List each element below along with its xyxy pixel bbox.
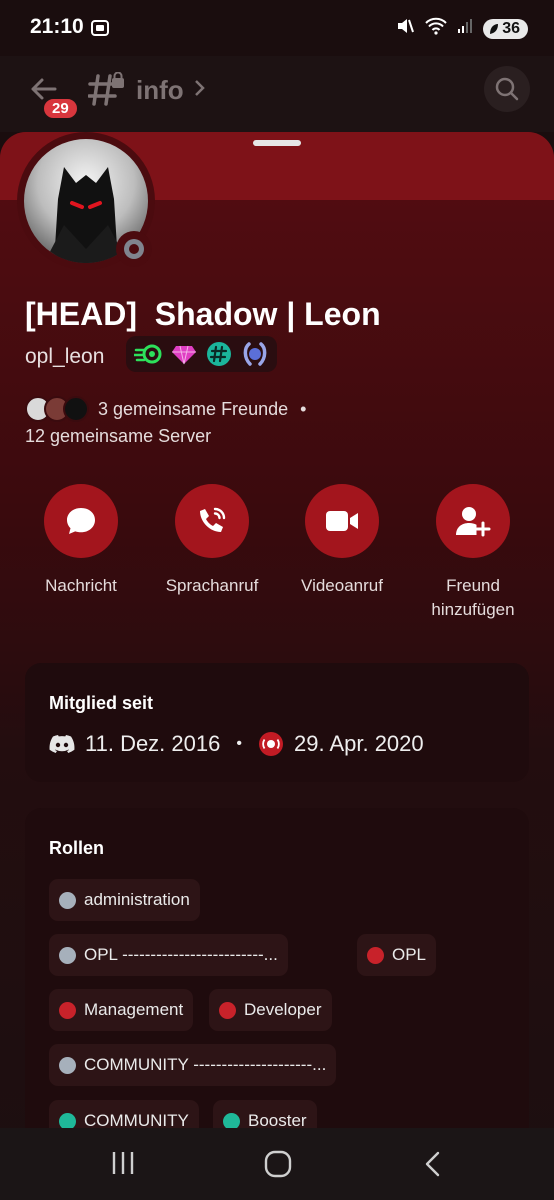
status-bar: 21:10 36 xyxy=(0,0,554,56)
role-color-dot xyxy=(59,1001,76,1019)
server-join-date: 29. Apr. 2020 xyxy=(293,731,424,756)
member-since-row: 11. Dez. 2016 • 29. Apr. 2020 xyxy=(49,731,424,757)
mute-icon xyxy=(395,16,415,41)
back-icon xyxy=(425,1151,440,1177)
member-since-title: Mitglied seit xyxy=(49,693,154,713)
chat-bubble-icon xyxy=(44,484,118,558)
mutual-friends-label: 3 gemeinsame Freunde xyxy=(98,398,289,419)
search-icon xyxy=(495,77,519,101)
video-camera-icon xyxy=(305,484,379,558)
role-chip[interactable]: administration xyxy=(49,879,200,921)
voice-call-label: Sprachanruf xyxy=(165,576,259,595)
add-friend-button[interactable]: Freund hinzufügen xyxy=(403,484,543,622)
role-chip[interactable]: COMMUNITY ---------------------... xyxy=(49,1044,337,1086)
video-call-label: Videoanruf xyxy=(301,576,383,595)
laurel-badge-icon[interactable] xyxy=(241,340,269,368)
role-name: COMMUNITY ---------------------... xyxy=(84,1055,327,1074)
diamond-badge-icon[interactable] xyxy=(171,343,197,365)
role-color-dot xyxy=(219,1001,236,1019)
role-color-dot xyxy=(223,1112,240,1130)
add-friend-label: Freund hinzufügen xyxy=(431,576,515,619)
mutual-friend-avatar xyxy=(63,396,89,422)
channel-header: 29 info xyxy=(0,56,554,132)
screenshot-icon xyxy=(90,18,110,43)
message-button[interactable]: Nachricht xyxy=(11,484,151,598)
home-button[interactable] xyxy=(264,1150,292,1183)
battery-level: 36 xyxy=(502,19,520,37)
role-name: administration xyxy=(84,890,190,909)
mutual-friends[interactable]: 3 gemeinsame Freunde • xyxy=(25,396,306,422)
role-name: Developer xyxy=(244,1000,322,1019)
channel-name[interactable]: info xyxy=(136,75,184,106)
role-chip[interactable]: Management xyxy=(49,989,194,1031)
member-since-card: Mitglied seit 11. Dez. 2016 • 29. Apr. 2… xyxy=(25,663,529,782)
drag-handle[interactable] xyxy=(253,140,301,146)
role-color-dot xyxy=(367,946,384,964)
back-button[interactable] xyxy=(422,1150,444,1183)
phone-icon xyxy=(175,484,249,558)
home-icon xyxy=(264,1150,292,1178)
recent-apps-icon xyxy=(112,1152,134,1174)
search-button[interactable] xyxy=(484,66,530,112)
profile-badges xyxy=(126,336,277,372)
status-time: 21:10 xyxy=(30,15,84,38)
wifi-icon xyxy=(425,17,447,40)
role-name: Management xyxy=(84,1000,184,1019)
role-name: OPL -------------------------... xyxy=(84,945,278,964)
chevron-right-icon xyxy=(192,78,206,103)
battery-indicator: 36 xyxy=(483,18,528,39)
role-color-dot xyxy=(59,1056,76,1074)
username[interactable]: opl_leon xyxy=(25,345,104,369)
video-call-button[interactable]: Videoanruf xyxy=(272,484,412,598)
discord-join-date: 11. Dez. 2016 xyxy=(85,731,221,756)
signal-icon xyxy=(457,18,473,39)
profile-actions: Nachricht Sprachanruf Videoanruf Freund … xyxy=(0,484,554,624)
role-chip[interactable]: Developer xyxy=(209,989,332,1031)
locked-channel-icon xyxy=(87,71,128,113)
discord-logo-icon xyxy=(49,734,75,754)
separator-dot: • xyxy=(236,735,242,752)
recent-apps-button[interactable] xyxy=(110,1150,136,1181)
unread-count-badge: 29 xyxy=(42,97,79,120)
role-color-dot xyxy=(59,1112,76,1130)
role-color-dot xyxy=(59,946,76,964)
add-friend-icon xyxy=(436,484,510,558)
voice-call-button[interactable]: Sprachanruf xyxy=(142,484,282,598)
display-name: [HEAD] Shadow | Leon xyxy=(25,296,381,332)
roles-card: Rollen administration OPL --------------… xyxy=(25,808,529,1168)
leaf-icon xyxy=(490,23,499,34)
separator-dot: • xyxy=(300,398,307,419)
role-chip[interactable]: OPL xyxy=(357,934,437,976)
system-navigation-bar xyxy=(0,1128,554,1200)
online-status-indicator xyxy=(116,231,152,267)
role-color-dot xyxy=(59,891,76,909)
hashtag-badge-icon[interactable] xyxy=(206,341,232,367)
nitro-badge-icon[interactable] xyxy=(134,343,162,365)
role-chip[interactable]: OPL -------------------------... xyxy=(49,934,288,976)
mutual-servers-label[interactable]: 12 gemeinsame Server xyxy=(25,426,211,447)
message-label: Nachricht xyxy=(45,576,117,595)
role-name: OPL xyxy=(392,945,427,964)
profile-sheet: [HEAD] Shadow | Leon opl_leon 3 gemeinsa… xyxy=(0,132,554,1200)
server-icon xyxy=(258,731,284,757)
roles-title: Rollen xyxy=(49,838,105,858)
